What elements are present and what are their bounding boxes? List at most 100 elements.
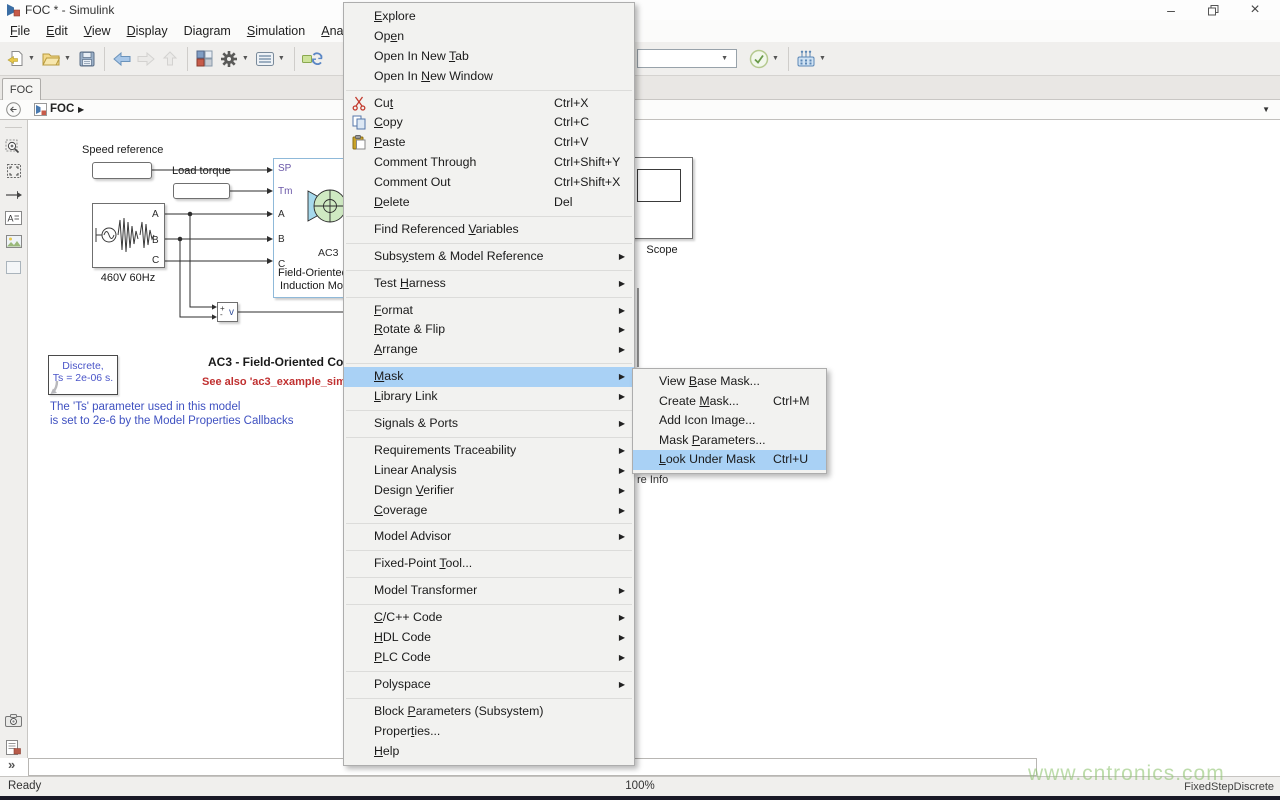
dropdown-arrow-icon[interactable]: ▼ — [277, 55, 289, 62]
menu-item-c-c-code[interactable]: C/C++ Code▶ — [344, 608, 634, 628]
menu-item-cut[interactable]: CutCtrl+X — [344, 94, 634, 114]
menu-item-model-advisor[interactable]: Model Advisor▶ — [344, 527, 634, 547]
menu-item-comment-out[interactable]: Comment OutCtrl+Shift+X — [344, 173, 634, 193]
dropdown-arrow-icon[interactable]: ▼ — [63, 55, 75, 62]
menu-item-help[interactable]: Help — [344, 742, 634, 762]
menu-item-format[interactable]: Format▶ — [344, 301, 634, 321]
expand-toolbars-chevron[interactable]: » — [8, 757, 14, 772]
save-icon[interactable] — [75, 46, 99, 72]
menu-item-view-base-mask[interactable]: View Base Mask... — [633, 372, 826, 392]
close-button[interactable]: × — [1234, 0, 1276, 20]
simulation-mode-combo[interactable]: ▼ — [637, 49, 737, 68]
model-report-icon[interactable] — [3, 737, 25, 757]
menu-item-properties[interactable]: Properties... — [344, 722, 634, 742]
menu-item-create-mask[interactable]: Create Mask...Ctrl+M — [633, 392, 826, 412]
toolbar-separator — [788, 47, 789, 71]
path-arrow-icon[interactable] — [3, 185, 25, 205]
more-info-partial-label[interactable]: re Info — [637, 474, 668, 486]
menu-item-block-parameters-subsystem[interactable]: Block Parameters (Subsystem) — [344, 702, 634, 722]
menu-item-mask[interactable]: Mask▶ — [344, 367, 634, 387]
menu-item-add-icon-image[interactable]: Add Icon Image... — [633, 411, 826, 431]
menu-item-library-link[interactable]: Library Link▶ — [344, 387, 634, 407]
speed-reference-block[interactable] — [92, 162, 152, 179]
menu-item-open-in-new-tab[interactable]: Open In New Tab — [344, 47, 634, 67]
menu-separator — [346, 243, 632, 244]
load-torque-block[interactable] — [173, 183, 230, 199]
menu-item-rotate-flip[interactable]: Rotate & Flip▶ — [344, 320, 634, 340]
menu-item-linear-analysis[interactable]: Linear Analysis▶ — [344, 461, 634, 481]
menu-item-look-under-mask[interactable]: Look Under MaskCtrl+U — [633, 450, 826, 470]
dropdown-arrow-icon[interactable]: ▼ — [27, 55, 39, 62]
hide-browser-button[interactable] — [6, 102, 21, 120]
menu-item-signals-ports[interactable]: Signals & Ports▶ — [344, 414, 634, 434]
menubar-item-diagram[interactable]: Diagram — [176, 22, 239, 40]
menu-item-label: Test Harness — [374, 276, 446, 290]
dropdown-arrow-icon[interactable]: ▼ — [771, 55, 783, 62]
ac3-block-name: AC3 — [318, 247, 338, 259]
menu-item-coverage[interactable]: Coverage▶ — [344, 501, 634, 521]
menubar-item-view[interactable]: View — [76, 22, 119, 40]
dropdown-arrow-icon[interactable]: ▼ — [818, 55, 830, 62]
voltage-source-block[interactable]: A B C — [92, 203, 165, 268]
image-annotation-icon[interactable] — [3, 231, 25, 251]
menu-item-copy[interactable]: CopyCtrl+C — [344, 113, 634, 133]
zoom-region-icon[interactable] — [3, 137, 25, 157]
menu-item-open[interactable]: Open — [344, 27, 634, 47]
library-browser-icon[interactable] — [193, 46, 217, 72]
annotation-icon[interactable]: A — [3, 208, 25, 228]
menu-item-plc-code[interactable]: PLC Code▶ — [344, 648, 634, 668]
port-label: B — [152, 235, 159, 246]
annotation-see-also[interactable]: See also 'ac3_example_simpli — [202, 376, 359, 388]
menu-item-open-in-new-window[interactable]: Open In New Window — [344, 67, 634, 87]
menubar-item-file[interactable]: File — [2, 22, 38, 40]
back-icon[interactable] — [110, 46, 134, 72]
menu-item-delete[interactable]: DeleteDel — [344, 193, 634, 213]
menubar-item-edit[interactable]: Edit — [38, 22, 76, 40]
vm-output-label: v — [229, 307, 234, 318]
menu-separator — [346, 577, 632, 578]
submenu-arrow-icon: ▶ — [619, 320, 625, 340]
submenu-arrow-icon: ▶ — [619, 340, 625, 360]
minimize-button[interactable]: – — [1150, 0, 1192, 20]
hardware-board-icon[interactable] — [794, 46, 818, 72]
validate-check-icon[interactable] — [747, 46, 771, 72]
breadcrumb-dropdown-icon[interactable]: ▼ — [1262, 105, 1270, 114]
menu-item-find-referenced-variables[interactable]: Find Referenced Variables — [344, 220, 634, 240]
menu-item-explore[interactable]: Explore — [344, 7, 634, 27]
menu-item-subsystem-model-reference[interactable]: Subsystem & Model Reference▶ — [344, 247, 634, 267]
dropdown-arrow-icon[interactable]: ▼ — [241, 55, 253, 62]
menu-item-arrange[interactable]: Arrange▶ — [344, 340, 634, 360]
menu-item-mask-parameters[interactable]: Mask Parameters... — [633, 431, 826, 451]
submenu-arrow-icon: ▶ — [619, 527, 625, 547]
menubar-item-simulation[interactable]: Simulation — [239, 22, 313, 40]
menu-item-label: HDL Code — [374, 630, 431, 644]
menu-item-model-transformer[interactable]: Model Transformer▶ — [344, 581, 634, 601]
fit-view-icon[interactable] — [3, 161, 25, 181]
menubar-item-display[interactable]: Display — [119, 22, 176, 40]
menu-item-paste[interactable]: PasteCtrl+V — [344, 133, 634, 153]
area-box-icon[interactable] — [3, 257, 25, 277]
tab-foc[interactable]: FOC — [2, 78, 41, 101]
menu-item-requirements-traceability[interactable]: Requirements Traceability▶ — [344, 441, 634, 461]
restore-button[interactable] — [1192, 0, 1234, 20]
breadcrumb-path[interactable]: FOC — [50, 103, 74, 115]
menu-item-label: Comment Out — [374, 175, 451, 189]
block-label-load-torque: Load torque — [172, 165, 231, 177]
dropdown-arrow-icon[interactable]: ▼ — [720, 55, 732, 62]
configuration-gear-icon[interactable] — [217, 46, 241, 72]
menu-item-hdl-code[interactable]: HDL Code▶ — [344, 628, 634, 648]
scope-block[interactable] — [630, 157, 693, 239]
menu-item-fixed-point-tool[interactable]: Fixed-Point Tool... — [344, 554, 634, 574]
menu-item-comment-through[interactable]: Comment ThroughCtrl+Shift+Y — [344, 153, 634, 173]
block-label-source: 460V 60Hz — [88, 272, 168, 284]
new-model-icon[interactable] — [3, 46, 27, 72]
submenu-arrow-icon: ▶ — [619, 481, 625, 501]
model-settings-icon[interactable] — [253, 46, 277, 72]
open-folder-icon[interactable] — [39, 46, 63, 72]
update-diagram-icon[interactable] — [300, 46, 326, 72]
menu-item-design-verifier[interactable]: Design Verifier▶ — [344, 481, 634, 501]
screenshot-camera-icon[interactable] — [3, 710, 25, 730]
voltage-measurement-block[interactable]: + - v — [217, 302, 238, 322]
menu-item-test-harness[interactable]: Test Harness▶ — [344, 274, 634, 294]
menu-item-polyspace[interactable]: Polyspace▶ — [344, 675, 634, 695]
